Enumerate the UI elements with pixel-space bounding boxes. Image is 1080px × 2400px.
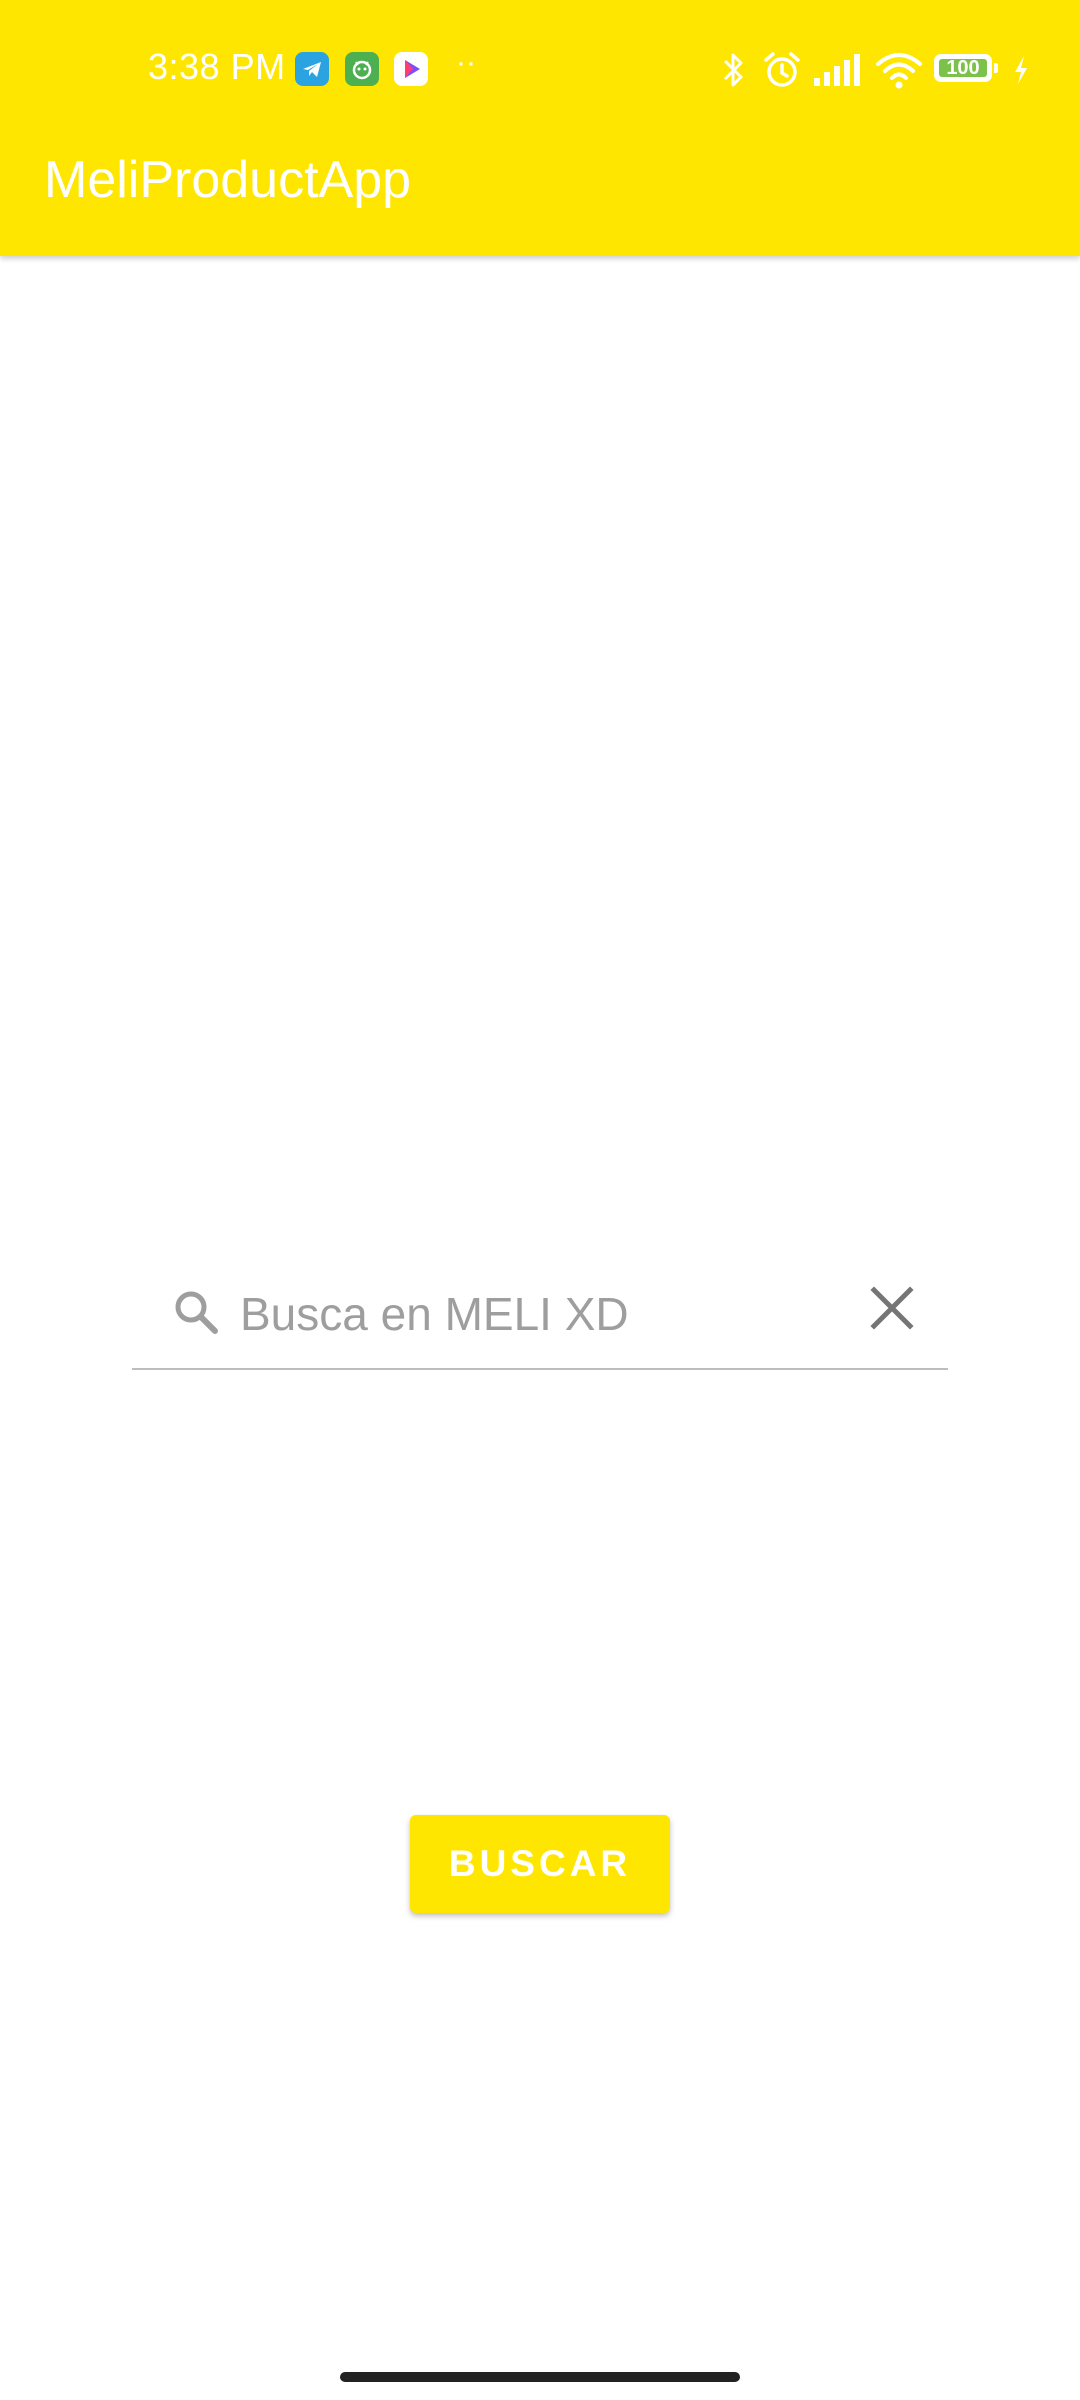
search-underline [132, 1368, 948, 1370]
more-notifications-dots: ·· [456, 46, 476, 79]
close-icon[interactable] [864, 1280, 920, 1336]
home-gesture-bar[interactable] [340, 2372, 740, 2382]
charging-icon [1010, 48, 1032, 92]
wifi-icon [874, 48, 924, 92]
search-input[interactable] [240, 1274, 840, 1354]
telegram-icon [295, 52, 329, 86]
green-app-icon [345, 52, 379, 86]
play-store-icon [394, 52, 428, 86]
search-button[interactable]: BUSCAR [410, 1815, 670, 1913]
signal-icon [812, 48, 862, 92]
search-field [132, 1270, 948, 1370]
top-bar: 3:38 PM ·· 100 MeliProductApp [0, 0, 1080, 256]
status-bar: 3:38 PM ·· 100 [0, 0, 1080, 140]
app-bar: MeliProductApp [0, 140, 1080, 256]
status-time: 3:38 PM [148, 46, 286, 87]
bluetooth-icon [718, 48, 748, 92]
search-icon [170, 1286, 222, 1338]
battery-level: 100 [946, 57, 980, 79]
alarm-icon [760, 48, 804, 92]
app-title: MeliProductApp [44, 151, 412, 209]
